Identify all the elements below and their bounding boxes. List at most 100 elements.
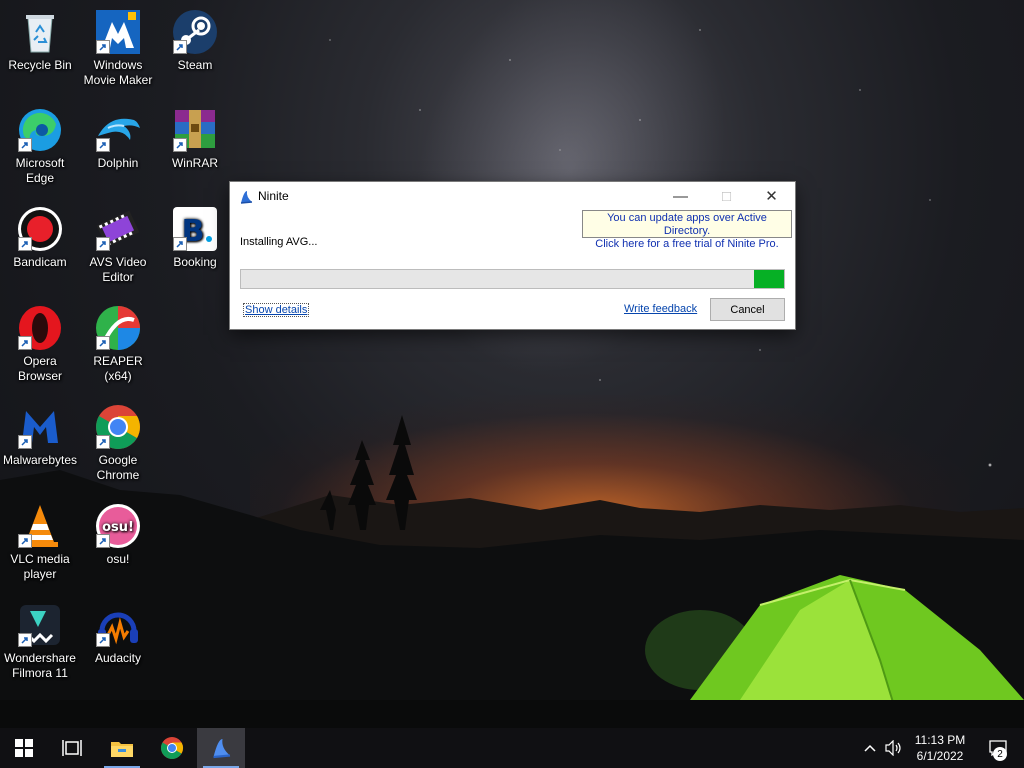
desktop-icon-label: Opera Browser (17, 354, 62, 383)
shortcut-arrow-icon (18, 237, 32, 251)
svg-text:osu!: osu! (102, 520, 134, 535)
opera-icon (16, 304, 64, 352)
clock-time: 11:13 PM (914, 733, 966, 747)
minimize-icon: — (673, 187, 688, 205)
taskbar-chrome[interactable] (148, 728, 196, 768)
desktop-icon-label: Steam (177, 58, 213, 72)
shortcut-arrow-icon (96, 40, 110, 54)
desktop-icon-opera-browser[interactable]: Opera Browser (0, 304, 80, 384)
start-icon (15, 739, 33, 757)
desktop-icon-avs-video-editor[interactable]: AVS Video Editor (78, 205, 158, 285)
shortcut-arrow-icon (173, 237, 187, 251)
movie-maker-icon (94, 8, 142, 56)
close-icon: ✕ (765, 188, 778, 205)
progress-fill (754, 270, 784, 288)
bandicam-icon (16, 205, 64, 253)
shortcut-arrow-icon (96, 633, 110, 647)
speaker-icon (885, 740, 901, 756)
desktop-icon-label: Recycle Bin (8, 58, 72, 72)
desktop-icon-label: Audacity (94, 651, 142, 665)
taskbar-ninite[interactable] (197, 728, 245, 768)
desktop-icon-steam[interactable]: Steam (155, 8, 235, 73)
ninite-icon (240, 191, 253, 204)
title-bar[interactable]: Ninite — □ ✕ (230, 182, 795, 210)
ninite-pro-tooltip[interactable]: You can update apps over Active Director… (582, 210, 792, 250)
desktop-icon-reaper[interactable]: REAPER (x64) (78, 304, 158, 384)
ninite-icon (213, 739, 231, 759)
shortcut-arrow-icon (96, 534, 110, 548)
chrome-icon (161, 737, 183, 759)
desktop-icon-winrar[interactable]: WinRAR (155, 106, 235, 171)
desktop-icon-malwarebytes[interactable]: Malwarebytes (0, 403, 80, 468)
vlc-icon (16, 502, 64, 550)
filmora-icon (16, 601, 64, 649)
audacity-icon (94, 601, 142, 649)
minimize-button[interactable]: — (658, 182, 703, 210)
desktop-icon-label: Malwarebytes (2, 453, 78, 467)
desktop-icon-recycle-bin[interactable]: Recycle Bin (0, 8, 80, 73)
ninite-window[interactable]: Ninite — □ ✕ You can update apps over Ac… (230, 182, 795, 329)
desktop-icon-label: Microsoft Edge (15, 156, 65, 185)
shortcut-arrow-icon (18, 336, 32, 350)
chrome-icon (94, 403, 142, 451)
desktop-icon-windows-movie-maker[interactable]: Windows Movie Maker (78, 8, 158, 88)
desktop-icon-booking[interactable]: B Booking (155, 205, 235, 270)
desktop-icon-vlc-media-player[interactable]: VLC media player (0, 502, 80, 582)
chevron-up-icon (864, 744, 876, 752)
desktop-icon-label: Bandicam (13, 255, 67, 269)
desktop-icon-microsoft-edge[interactable]: Microsoft Edge (0, 106, 80, 186)
shortcut-arrow-icon (18, 435, 32, 449)
avs-video-editor-icon (94, 205, 142, 253)
clock-date: 6/1/2022 (916, 749, 964, 763)
close-button[interactable]: ✕ (749, 182, 794, 210)
desktop-icon-audacity[interactable]: Audacity (78, 601, 158, 666)
desktop-icon-osu[interactable]: osu! osu! (78, 502, 158, 567)
desktop-icon-label: REAPER (x64) (93, 354, 143, 383)
install-status: Installing AVG... (240, 236, 318, 248)
steam-icon (171, 8, 219, 56)
task-view-button[interactable] (48, 728, 96, 768)
shortcut-arrow-icon (173, 138, 187, 152)
desktop-icon-dolphin[interactable]: Dolphin (78, 106, 158, 171)
start-button[interactable] (0, 728, 48, 768)
desktop-icon-label: WinRAR (171, 156, 218, 170)
booking-icon: B (171, 205, 219, 253)
show-hidden-icons-button[interactable] (860, 728, 880, 768)
shortcut-arrow-icon (18, 138, 32, 152)
cancel-button[interactable]: Cancel (710, 298, 785, 321)
maximize-icon: □ (721, 187, 732, 205)
volume-button[interactable] (883, 728, 905, 768)
shortcut-arrow-icon (96, 435, 110, 449)
shortcut-arrow-icon (96, 336, 110, 350)
shortcut-arrow-icon (18, 534, 32, 548)
clock[interactable]: 11:13 PM 6/1/2022 (905, 728, 975, 768)
file-explorer-icon (111, 742, 133, 757)
notification-count-badge: 2 (993, 747, 1007, 761)
desktop-icon-label: Google Chrome (96, 453, 140, 482)
recycle-bin-icon (16, 8, 64, 56)
task-view-icon (62, 740, 82, 756)
progress-bar (240, 269, 785, 289)
desktop-icon-label: Windows Movie Maker (83, 58, 153, 87)
window-title: Ninite (258, 189, 289, 203)
desktop-icon-label: Dolphin (97, 156, 139, 170)
tooltip-line-1: You can update apps over Active Director… (607, 212, 767, 237)
desktop-icon-label: Booking (173, 255, 217, 269)
osu-icon: osu! (94, 502, 142, 550)
desktop-icon-bandicam[interactable]: Bandicam (0, 205, 80, 270)
taskbar-file-explorer[interactable] (98, 728, 146, 768)
desktop-icon-label: AVS Video Editor (89, 255, 147, 284)
shortcut-arrow-icon (18, 633, 32, 647)
shortcut-arrow-icon (173, 40, 187, 54)
taskbar: 11:13 PM 6/1/2022 (0, 728, 1024, 768)
maximize-button[interactable]: □ (704, 182, 749, 210)
desktop-icon-label: osu! (106, 552, 130, 566)
desktop-icon-label: VLC media player (10, 552, 70, 581)
shortcut-arrow-icon (96, 237, 110, 251)
reaper-icon (94, 304, 142, 352)
show-details-link[interactable]: Show details (243, 303, 310, 317)
write-feedback-link[interactable]: Write feedback (624, 303, 697, 315)
shortcut-arrow-icon (96, 138, 110, 152)
desktop-icon-google-chrome[interactable]: Google Chrome (78, 403, 158, 483)
desktop-icon-wondershare-filmora[interactable]: Wondershare Filmora 11 (0, 601, 80, 681)
